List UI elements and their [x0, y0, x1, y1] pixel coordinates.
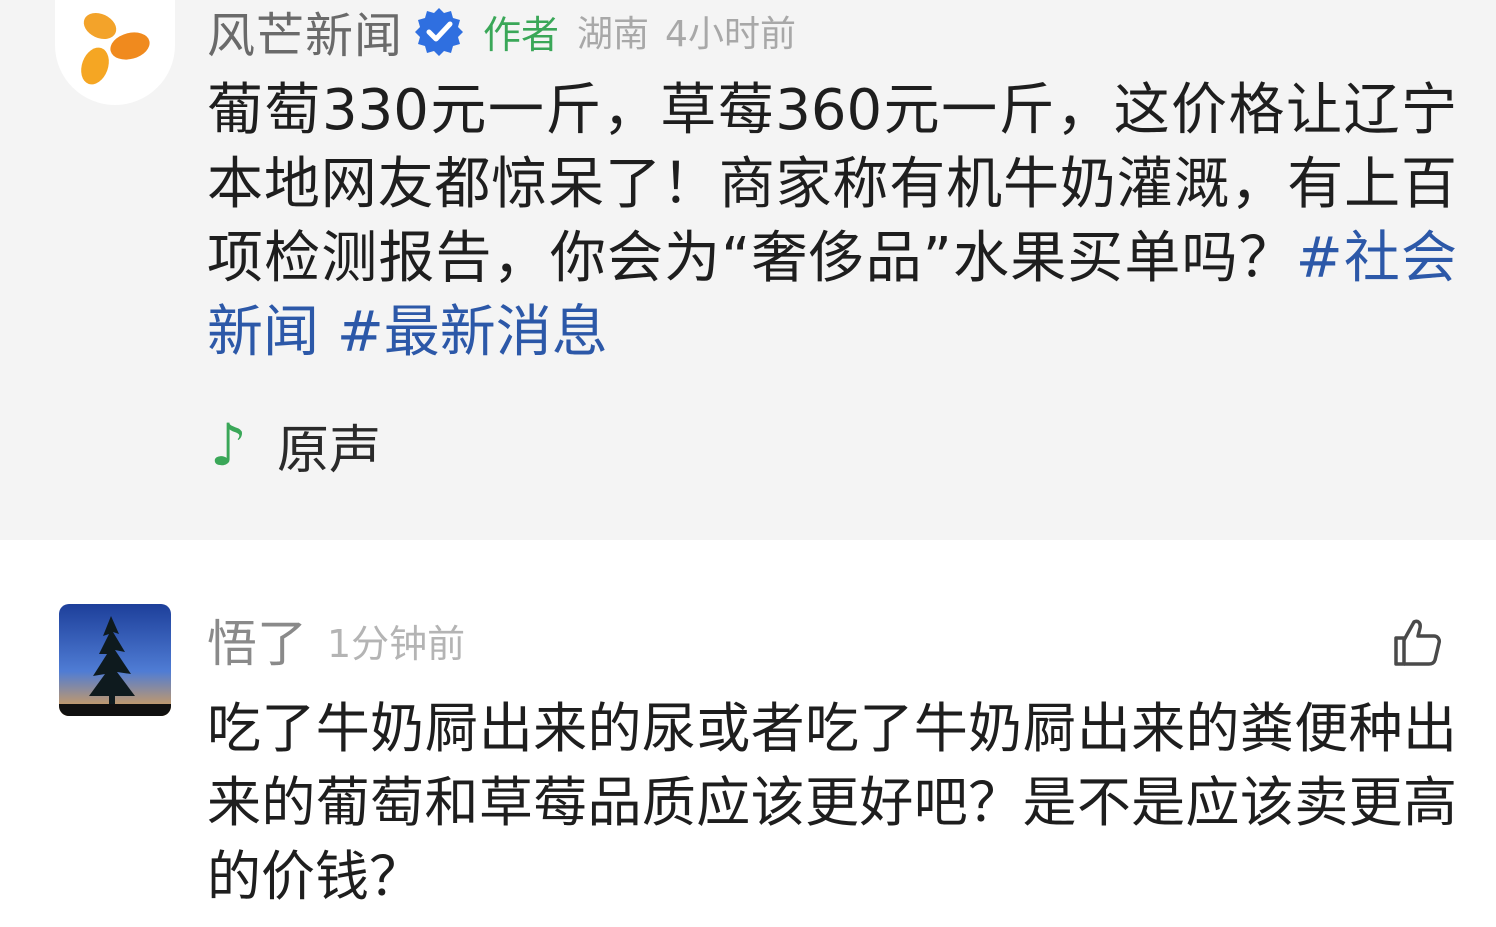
post-header: 风芒新闻 作者 湖南 4小时前: [207, 0, 796, 64]
author-avatar[interactable]: [55, 0, 175, 105]
comment-username[interactable]: 悟了: [207, 604, 307, 676]
comment-time: 1分钟前: [327, 621, 466, 666]
comment-body: 吃了牛奶屙出来的尿或者吃了牛奶屙出来的粪便种出来的葡萄和草莓品质应该更好吧？是不…: [207, 697, 1457, 908]
author-tag: 作者: [483, 12, 560, 57]
hashtag-latest-news[interactable]: #最新消息: [337, 300, 608, 365]
author-name[interactable]: 风芒新闻: [207, 0, 403, 66]
post-text: 葡萄330元一斤，草莓360元一斤，这价格让辽宁本地网友都惊呆了！商家称有机牛奶…: [207, 78, 1457, 291]
avatar-image: [59, 604, 171, 716]
fengmang-logo-icon: [81, 12, 150, 85]
comment-header: 悟了 1分钟前: [207, 608, 466, 673]
music-note-icon: ♪: [210, 411, 248, 479]
original-audio-button[interactable]: ♪ 原声: [210, 410, 382, 481]
verified-badge-icon: [415, 8, 464, 56]
news-post: 风芒新闻 作者 湖南 4小时前 葡萄330元一斤，草莓360元一斤，这价格让辽宁…: [0, 0, 1496, 540]
commenter-avatar[interactable]: [59, 604, 171, 716]
thumbs-up-icon[interactable]: [1388, 614, 1444, 670]
audio-label: 原声: [277, 420, 382, 481]
post-time: 4小时前: [665, 14, 796, 55]
post-body: 葡萄330元一斤，草莓360元一斤，这价格让辽宁本地网友都惊呆了！商家称有机牛奶…: [207, 74, 1457, 370]
post-location: 湖南: [577, 14, 650, 55]
